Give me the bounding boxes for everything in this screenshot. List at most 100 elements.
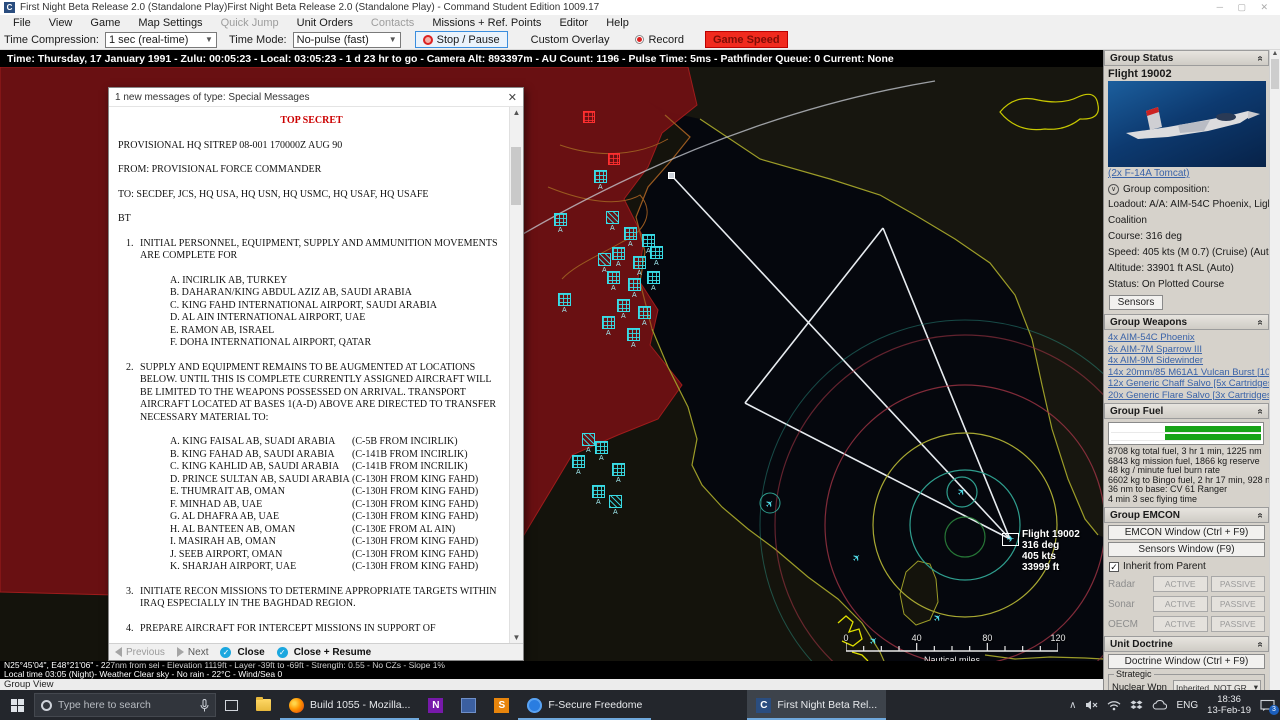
map-unit-grid[interactable]: A: [592, 485, 605, 498]
map-unit-plane[interactable]: ✈: [850, 552, 864, 566]
menu-unit-orders[interactable]: Unit Orders: [288, 17, 362, 29]
aircraft-type-link[interactable]: (2x F-14A Tomcat): [1104, 167, 1269, 181]
tray-expand-icon[interactable]: ∧: [1069, 700, 1076, 711]
map-unit-grid[interactable]: A: [595, 441, 608, 454]
map-unit-grid[interactable]: A: [633, 256, 646, 269]
map-unit-grid[interactable]: A: [554, 213, 567, 226]
close-check-icon[interactable]: ✓: [220, 647, 231, 658]
wifi-icon[interactable]: [1107, 700, 1121, 711]
map-unit-grid[interactable]: A: [612, 247, 625, 260]
taskbar-search[interactable]: Type here to search: [34, 693, 216, 717]
time-compression-select[interactable]: 1 sec (real-time)▼: [105, 32, 217, 48]
group-fuel-header[interactable]: Group Fuel»: [1104, 403, 1269, 419]
passive-button[interactable]: PASSIVE: [1211, 576, 1266, 592]
previous-button[interactable]: Previous: [126, 647, 165, 658]
menu-quick-jump[interactable]: Quick Jump: [212, 17, 288, 29]
map-unit-grid[interactable]: A: [638, 306, 651, 319]
group-composition-row[interactable]: ∨ Group composition:: [1104, 181, 1269, 197]
map-unit-grid[interactable]: A: [558, 293, 571, 306]
unit-doctrine-header[interactable]: Unit Doctrine»: [1104, 636, 1269, 652]
scroll-thumb[interactable]: [511, 147, 521, 205]
map-unit-grid[interactable]: A: [628, 278, 641, 291]
previous-icon[interactable]: [115, 647, 122, 657]
firefox-button[interactable]: Build 1055 - Mozilla...: [280, 690, 419, 720]
next-button[interactable]: Next: [188, 647, 209, 658]
map-unit-grid[interactable]: A: [627, 328, 640, 341]
map-unit-grid[interactable]: A: [650, 246, 663, 259]
taskbar-clock[interactable]: 18:36 13-Feb-19: [1207, 694, 1251, 716]
menu-map-settings[interactable]: Map Settings: [129, 17, 211, 29]
group-status-header[interactable]: Group Status»: [1104, 50, 1269, 66]
map-unit-slash[interactable]: A: [609, 495, 622, 508]
sensors-window-button[interactable]: Sensors Window (F9): [1108, 542, 1265, 557]
scroll-up-icon[interactable]: ▲: [1270, 50, 1280, 57]
close-icon[interactable]: ✕: [508, 91, 517, 104]
window-caption-buttons[interactable]: ─ ▢ ✕: [1217, 2, 1274, 13]
message-scrollbar[interactable]: ▲ ▼: [509, 107, 523, 643]
dropbox-icon[interactable]: [1130, 700, 1143, 711]
map-unit-slash[interactable]: A: [598, 253, 611, 266]
map-unit-grid[interactable]: A: [607, 271, 620, 284]
active-button[interactable]: ACTIVE: [1153, 576, 1208, 592]
scroll-down-icon[interactable]: ▼: [513, 633, 521, 642]
map-unit-grid[interactable]: A: [617, 299, 630, 312]
group-emcon-header[interactable]: Group EMCON»: [1104, 507, 1269, 523]
map-unit-slash[interactable]: A: [582, 433, 595, 446]
emcon-window-button[interactable]: EMCON Window (Ctrl + F9): [1108, 525, 1265, 540]
map-unit-slash[interactable]: A: [606, 211, 619, 224]
checkbox-checked-icon[interactable]: ✓: [1109, 562, 1119, 572]
game-speed-button[interactable]: Game Speed: [705, 31, 788, 48]
map-unit-red[interactable]: [608, 153, 620, 165]
custom-overlay-button[interactable]: Custom Overlay: [524, 31, 617, 48]
weapon-link[interactable]: 4x AIM-9M Sidewinder: [1104, 355, 1269, 367]
selected-flight-icon[interactable]: ✈: [1002, 533, 1019, 546]
map-unit-grid[interactable]: A: [647, 271, 660, 284]
weapon-link[interactable]: 12x Generic Chaff Salvo [5x Cartridges]: [1104, 378, 1269, 390]
weapon-link[interactable]: 6x AIM-7M Sparrow III: [1104, 344, 1269, 356]
map-unit-wp[interactable]: [668, 172, 675, 179]
menu-file[interactable]: File: [4, 17, 40, 29]
sidebar-scrollbar[interactable]: ▲: [1269, 50, 1280, 690]
sublime-button[interactable]: S: [485, 690, 518, 720]
close-button[interactable]: Close: [237, 647, 264, 658]
inherit-from-parent-row[interactable]: ✓ Inherit from Parent: [1104, 559, 1269, 574]
menu-view[interactable]: View: [40, 17, 82, 29]
map-unit-grid[interactable]: A: [624, 227, 637, 240]
language-indicator[interactable]: ENG: [1176, 700, 1198, 711]
weapon-link[interactable]: 20x Generic Flare Salvo [3x Cartridges, …: [1104, 390, 1269, 402]
active-button[interactable]: ACTIVE: [1153, 596, 1208, 612]
fsecure-button[interactable]: F-Secure Freedome: [518, 690, 651, 720]
menu-editor[interactable]: Editor: [550, 17, 597, 29]
action-center-button[interactable]: 3: [1260, 699, 1275, 712]
doctrine-window-button[interactable]: Doctrine Window (Ctrl + F9): [1108, 654, 1265, 669]
volume-muted-icon[interactable]: [1085, 699, 1098, 711]
nuclear-wpn-select[interactable]: Inherited, NOT GR▾: [1173, 680, 1261, 690]
group-weapons-header[interactable]: Group Weapons»: [1104, 314, 1269, 330]
onedrive-cloud-icon[interactable]: [1152, 700, 1167, 710]
message-window-titlebar[interactable]: 1 new messages of type: Special Messages…: [109, 88, 523, 107]
map-unit-grid[interactable]: A: [612, 463, 625, 476]
file-explorer-button[interactable]: [247, 690, 280, 720]
onenote-button[interactable]: N: [419, 690, 452, 720]
map-unit-plane[interactable]: ✈: [955, 486, 969, 500]
map-unit-plane[interactable]: ✈: [931, 612, 945, 626]
close-resume-button[interactable]: Close + Resume: [294, 647, 372, 658]
weapon-link[interactable]: 14x 20mm/85 M61A1 Vulcan Burst [100 rnds…: [1104, 367, 1269, 379]
next-icon[interactable]: [177, 647, 184, 657]
map-unit-grid[interactable]: A: [602, 316, 615, 329]
scroll-thumb[interactable]: [1271, 59, 1279, 89]
active-button[interactable]: ACTIVE: [1153, 616, 1208, 632]
map-unit-red[interactable]: [583, 111, 595, 123]
map-unit-grid[interactable]: A: [594, 170, 607, 183]
record-toggle[interactable]: Record: [628, 31, 690, 48]
microphone-icon[interactable]: [200, 699, 209, 712]
menu-contacts[interactable]: Contacts: [362, 17, 423, 29]
scroll-up-icon[interactable]: ▲: [513, 108, 521, 117]
close-resume-check-icon[interactable]: ✓: [277, 647, 288, 658]
generic-app-button[interactable]: [452, 690, 485, 720]
start-button[interactable]: [0, 690, 34, 720]
expand-icon[interactable]: ∨: [1108, 184, 1119, 195]
passive-button[interactable]: PASSIVE: [1211, 596, 1266, 612]
menu-help[interactable]: Help: [597, 17, 638, 29]
map-unit-plane[interactable]: ✈: [763, 498, 777, 512]
